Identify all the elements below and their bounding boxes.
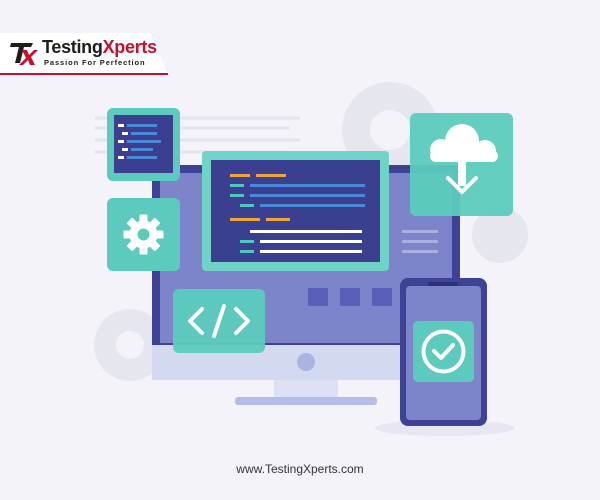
gear-icon — [107, 198, 180, 271]
cloud-download-icon — [410, 113, 513, 216]
code-window-icon — [107, 108, 180, 181]
code-tag-icon — [173, 289, 265, 353]
code-editor-window — [202, 151, 389, 271]
devops-illustration — [94, 82, 528, 436]
checkmark-icon — [413, 321, 474, 382]
website-url: www.TestingXperts.com — [236, 462, 364, 476]
